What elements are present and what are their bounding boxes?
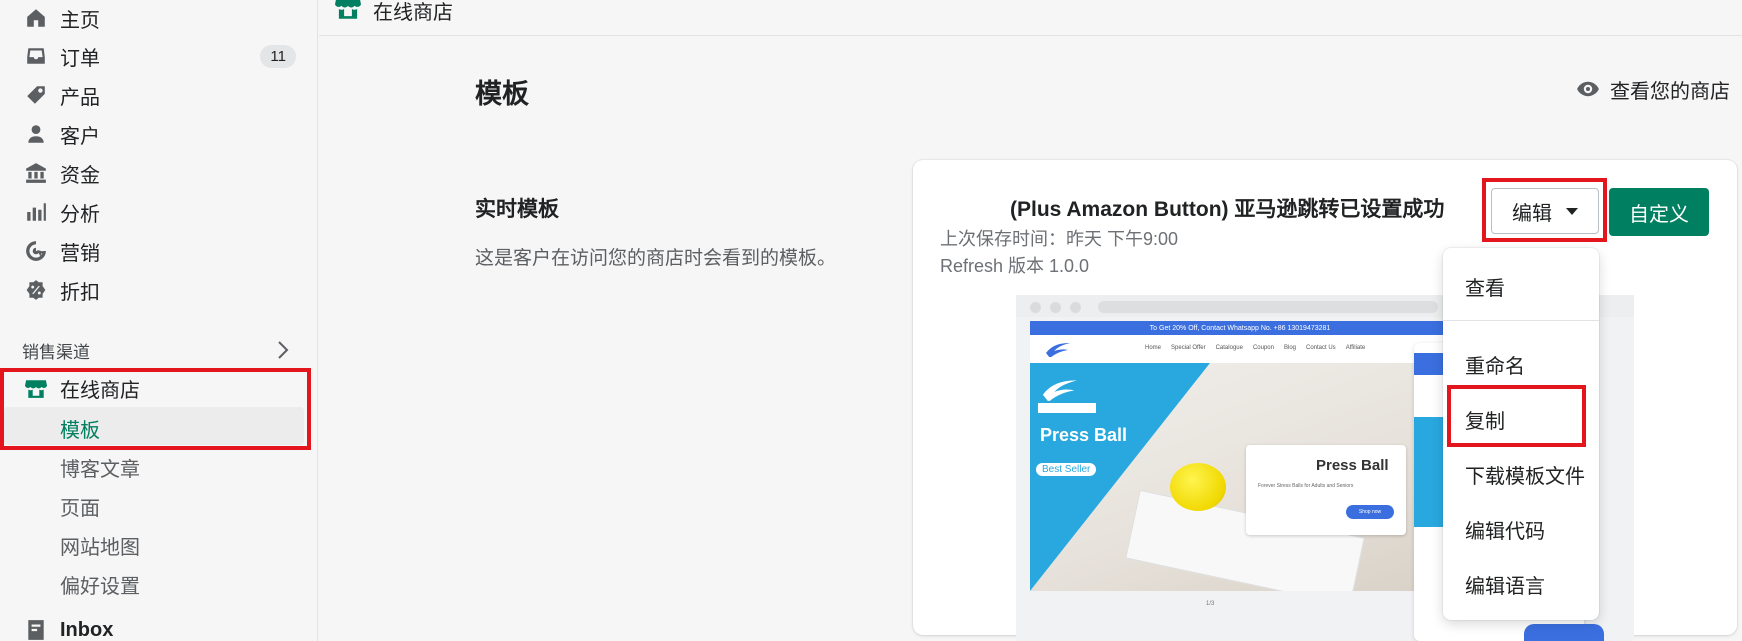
preview-nav-link: Home [1145,345,1162,351]
tag-icon [24,83,48,107]
view-store-link[interactable]: 查看您的商店 [1576,74,1730,104]
browser-url-bar [1098,301,1438,313]
sidebar-item-orders[interactable]: 订单 11 [0,38,318,74]
sidebar-item-marketing[interactable]: 营销 [0,233,318,269]
discount-icon [24,278,48,302]
theme-last-saved: 上次保存时间：昨天 下午9:00 [940,229,1179,249]
preview-nav-link: Special Offer [1171,345,1206,351]
edit-button[interactable]: 编辑 [1491,188,1599,234]
theme-name: (Plus Amazon Button) 亚马逊跳转已设置成功 [1010,198,1445,221]
live-theme-heading: 实时模板 [475,198,559,221]
sidebar-subitem-preferences[interactable]: 偏好设置 [60,570,140,599]
menu-item-rename[interactable]: 重命名 [1465,350,1525,379]
eye-icon [1577,81,1599,97]
sidebar-item-label: 主页 [60,9,100,32]
sidebar-item-label: 资金 [60,164,100,187]
person-icon [24,122,48,146]
inbox-app-icon [24,618,48,641]
sidebar-item-label: 产品 [60,86,100,109]
top-bar-title: 在线商店 [373,2,453,24]
bank-icon [24,161,48,185]
target-icon [24,239,48,263]
sales-channels-title: 销售渠道 [22,343,90,362]
edit-dropdown-menu: 查看 重命名 复制 下载模板文件 编辑代码 编辑语言 [1443,248,1599,620]
preview-nav-link: Coupon [1252,345,1274,351]
hero-card-button: Shop now [1346,505,1394,519]
menu-divider [1443,320,1599,321]
hero-card-title: Press Ball [1316,457,1389,474]
sidebar-item-finances[interactable]: 资金 [0,155,318,191]
sidebar: 主页 订单 11 产品 客户 资金 分析 营销 折扣 销售渠道 在线商店 模板 … [0,0,318,641]
hero-stress-ball [1170,463,1226,511]
home-icon [24,6,48,30]
top-bar: 在线商店 [319,0,1742,36]
hero-card-subtitle: Forever Stress Balls for Adults and Seni… [1258,483,1354,489]
sidebar-item-label: 订单 [60,47,100,70]
hero-logo-icon [1042,380,1078,401]
menu-item-duplicate[interactable]: 复制 [1465,405,1505,434]
menu-item-edit-code[interactable]: 编辑代码 [1465,515,1545,544]
hero-redacted-text [1038,403,1096,413]
browser-dot [1050,302,1061,313]
sidebar-item-label: 在线商店 [60,379,140,402]
sidebar-item-home[interactable]: 主页 [0,0,318,36]
chevron-right-icon[interactable] [274,339,292,361]
page-title: 模板 [475,79,529,109]
orders-count-badge: 11 [260,44,296,68]
edit-button-label: 编辑 [1512,202,1552,225]
menu-item-view[interactable]: 查看 [1465,272,1505,301]
preview-hero: Press Ball Best Seller Press Ball Foreve… [1030,363,1450,591]
preview-nav-link: Blog [1283,345,1296,351]
preview-nav-link: Affiliate [1345,345,1366,351]
view-store-label: 查看您的商店 [1610,80,1730,103]
preview-nav-link: Contact Us [1306,345,1336,351]
storefront-icon [24,376,48,400]
sidebar-item-discounts[interactable]: 折扣 [0,272,318,308]
sidebar-subitem-pages[interactable]: 页面 [60,492,100,521]
customize-button[interactable]: 自定义 [1609,188,1709,236]
sidebar-item-products[interactable]: 产品 [0,77,318,113]
live-theme-description: 这是客户在访问您的商店时会看到的模板。 [475,248,837,269]
sidebar-item-label: 折扣 [60,281,100,304]
browser-dot [1030,302,1041,313]
sidebar-item-label: 分析 [60,203,100,226]
preview-nav-link: Catalogue [1215,345,1243,351]
inbox-tray-icon [24,44,48,68]
sidebar-subitem-blog-posts[interactable]: 博客文章 [60,453,140,482]
sidebar-item-label: Inbox [60,618,114,641]
sidebar-item-label: 营销 [60,242,100,265]
bar-chart-icon [24,200,48,224]
browser-dot [1070,302,1081,313]
caret-down-icon [1566,207,1578,215]
theme-version: Refresh 版本 1.0.0 [940,256,1090,276]
preview-floating-button [1524,624,1604,641]
preview-promo-bar: To Get 20% Off, Contact Whatsapp No. +86… [1030,321,1450,335]
active-item-highlight [4,407,304,445]
hero-title: Press Ball [1040,425,1128,445]
menu-item-download-theme[interactable]: 下载模板文件 [1465,460,1585,489]
hero-product-card: Press Ball Forever Stress Balls for Adul… [1246,445,1406,535]
hero-badge: Best Seller [1036,463,1097,476]
preview-pager: 1/3 [1206,601,1215,607]
menu-item-edit-languages[interactable]: 编辑语言 [1465,570,1545,599]
sidebar-subitem-themes[interactable]: 模板 [60,414,100,443]
sidebar-item-label: 客户 [60,125,100,148]
sidebar-item-inbox[interactable]: Inbox [0,612,318,641]
brand-logo-icon [1046,343,1070,357]
sidebar-item-online-store[interactable]: 在线商店 [0,370,318,406]
sidebar-subitem-navigation[interactable]: 网站地图 [60,531,140,560]
preview-site-nav: Home Special Offer Catalogue Coupon Blog… [1030,335,1450,363]
preview-nav-links: Home Special Offer Catalogue Coupon Blog… [1145,345,1365,351]
sidebar-item-customers[interactable]: 客户 [0,116,318,152]
sidebar-item-analytics[interactable]: 分析 [0,194,318,230]
storefront-icon [335,0,361,20]
